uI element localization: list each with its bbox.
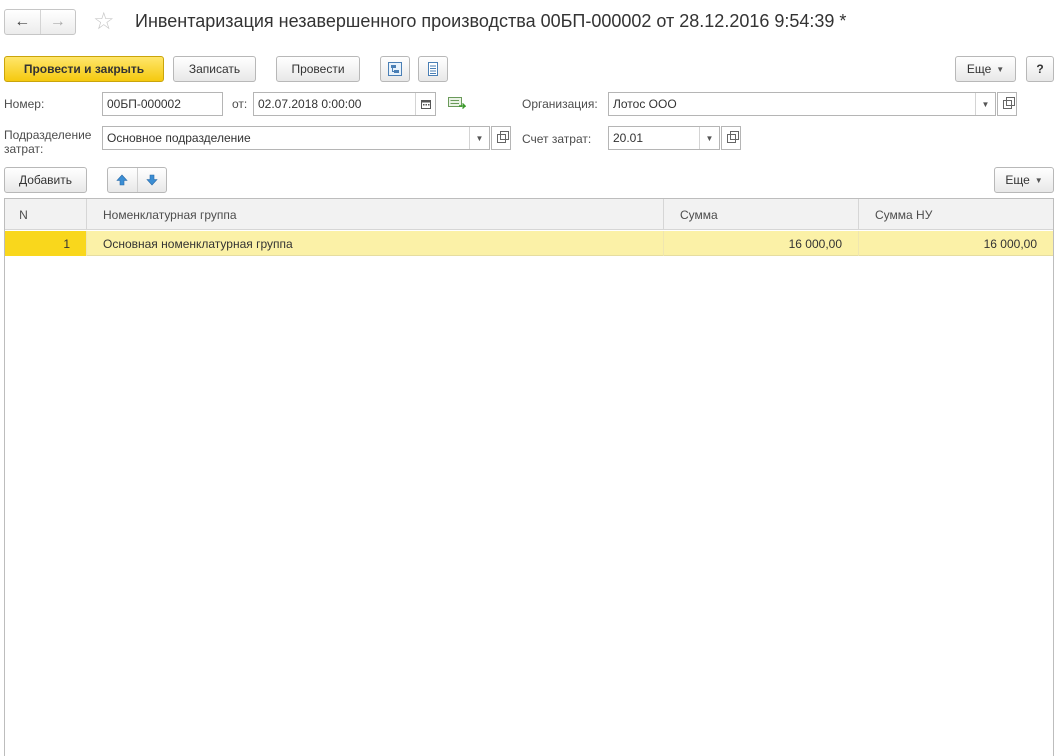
save-button[interactable]: Записать — [173, 56, 256, 82]
department-label-line1: Подразделение — [4, 128, 92, 142]
table-row[interactable]: 1 Основная номенклатурная группа 16 000,… — [5, 231, 1053, 256]
exchange-glyph — [448, 97, 467, 109]
document-list-icon — [428, 62, 438, 76]
number-label: Номер: — [4, 97, 45, 111]
chevron-down-icon[interactable]: ▼ — [975, 93, 995, 115]
open-form-icon — [496, 130, 509, 143]
arrow-up-icon — [116, 174, 128, 186]
date-field[interactable]: 02.07.2018 0:00:00 — [253, 92, 436, 116]
calendar-icon[interactable] — [415, 93, 435, 115]
table-more-button[interactable]: Еще ▼ — [994, 167, 1054, 193]
back-arrow-icon[interactable]: ← — [5, 10, 40, 34]
number-value: 00БП-000002 — [107, 97, 181, 111]
items-table: N Номенклатурная группа Сумма Сумма НУ 1… — [4, 198, 1054, 756]
account-open-button[interactable] — [721, 126, 741, 150]
organization-open-button[interactable] — [997, 92, 1017, 116]
department-open-button[interactable] — [491, 126, 511, 150]
data-exchange-icon[interactable] — [448, 97, 467, 114]
more-menu-button[interactable]: Еще ▼ — [955, 56, 1016, 82]
table-more-label: Еще — [1005, 173, 1030, 187]
chevron-down-icon: ▼ — [1034, 175, 1043, 185]
sum-nu-cell[interactable]: 16 000,00 — [859, 231, 1053, 256]
open-form-icon — [726, 130, 739, 143]
column-header-sum[interactable]: Сумма — [664, 199, 859, 230]
post-button[interactable]: Провести — [276, 56, 360, 82]
navigation-buttons: ← → — [4, 9, 76, 35]
table-header: N Номенклатурная группа Сумма Сумма НУ — [5, 199, 1053, 230]
organization-label: Организация: — [522, 97, 598, 111]
column-header-group[interactable]: Номенклатурная группа — [87, 199, 664, 230]
forward-arrow-icon[interactable]: → — [39, 10, 76, 34]
post-and-close-button[interactable]: Провести и закрыть — [4, 56, 164, 82]
calendar-glyph — [420, 100, 431, 109]
column-header-sum-nu[interactable]: Сумма НУ — [859, 199, 1053, 230]
move-down-button[interactable] — [138, 168, 167, 192]
department-label-line2: затрат: — [4, 142, 44, 156]
organization-value: Лотос ООО — [613, 97, 677, 111]
column-header-n[interactable]: N — [5, 199, 87, 230]
report-icon-button[interactable] — [418, 56, 448, 82]
structure-icon-button[interactable] — [380, 56, 410, 82]
account-value: 20.01 — [613, 131, 644, 145]
department-value: Основное подразделение — [107, 131, 251, 145]
document-title: Инвентаризация незавершенного производст… — [135, 11, 847, 31]
chevron-down-icon[interactable]: ▼ — [469, 127, 489, 149]
move-up-button[interactable] — [108, 168, 138, 192]
more-menu-label: Еще — [966, 62, 992, 76]
row-number-cell[interactable]: 1 — [5, 231, 87, 256]
sum-cell[interactable]: 16 000,00 — [664, 231, 859, 256]
date-label: от: — [232, 97, 248, 111]
department-field[interactable]: Основное подразделение ▼ — [102, 126, 490, 150]
date-value: 02.07.2018 0:00:00 — [258, 97, 362, 111]
arrow-down-icon — [146, 174, 158, 186]
department-label: Подразделение затрат: — [4, 128, 91, 156]
chevron-down-icon: ▼ — [996, 64, 1005, 74]
help-button[interactable]: ? — [1026, 56, 1054, 82]
account-field[interactable]: 20.01 ▼ — [608, 126, 720, 150]
move-buttons-group — [107, 167, 167, 193]
add-row-button[interactable]: Добавить — [4, 167, 87, 193]
open-form-icon — [1002, 96, 1015, 109]
chevron-down-icon[interactable]: ▼ — [699, 127, 719, 149]
document-structure-icon — [388, 62, 402, 76]
organization-field[interactable]: Лотос ООО ▼ — [608, 92, 996, 116]
favorite-star-icon[interactable]: ☆ — [93, 10, 115, 34]
number-field[interactable]: 00БП-000002 — [102, 92, 223, 116]
group-cell[interactable]: Основная номенклатурная группа — [87, 231, 664, 256]
account-label: Счет затрат: — [522, 132, 592, 146]
